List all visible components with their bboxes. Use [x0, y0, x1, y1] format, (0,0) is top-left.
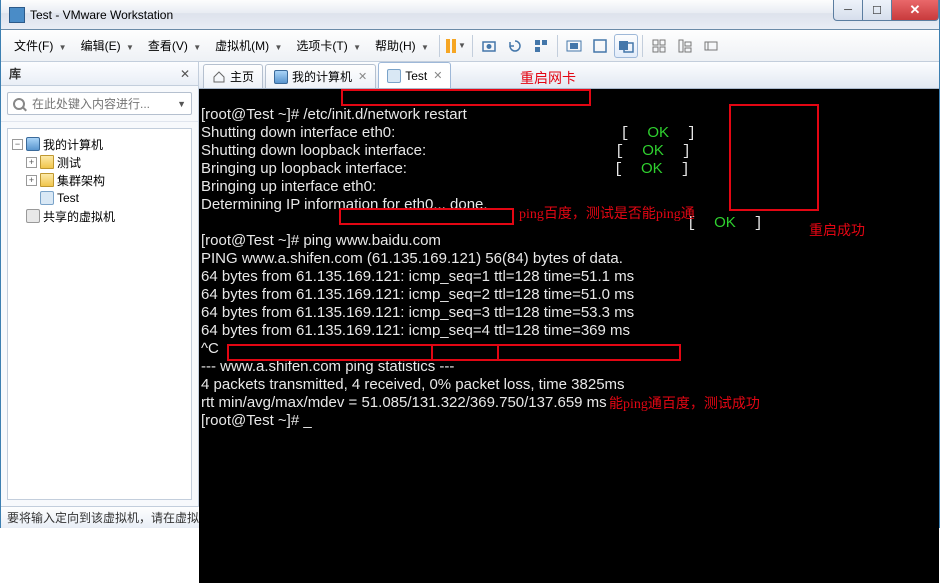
- sidebar: 库 ✕ ▼ −我的计算机 +测试 +集群架构 Test 共享的虚拟机: [1, 62, 199, 506]
- revert-button[interactable]: [503, 34, 527, 58]
- close-button[interactable]: ✕: [891, 0, 939, 21]
- terminal[interactable]: [root@Test ~]# /etc/init.d/network resta…: [199, 89, 939, 583]
- minimize-button[interactable]: ─: [833, 0, 863, 21]
- maximize-button[interactable]: ☐: [862, 0, 892, 21]
- fit-guest-button[interactable]: [562, 34, 586, 58]
- separator: [557, 35, 558, 57]
- menu-bar: 文件(F) ▼ 编辑(E) ▼ 查看(V) ▼ 虚拟机(M) ▼ 选项卡(T) …: [1, 30, 939, 62]
- content-area: 库 ✕ ▼ −我的计算机 +测试 +集群架构 Test 共享的虚拟机 主页 我的…: [1, 62, 939, 506]
- sidebar-close-icon[interactable]: ✕: [180, 67, 190, 81]
- annotation-success: 重启成功: [809, 223, 865, 240]
- tab-bar: 主页 我的计算机✕ Test✕ 重启网卡: [199, 62, 939, 89]
- thumbnail-button[interactable]: [647, 34, 671, 58]
- search-icon: [13, 98, 25, 110]
- library-button[interactable]: [673, 34, 697, 58]
- close-icon[interactable]: ✕: [358, 70, 367, 83]
- stretched-button[interactable]: [699, 34, 723, 58]
- tree-node-shared[interactable]: 共享的虚拟机: [12, 207, 187, 225]
- search-input[interactable]: [32, 97, 173, 111]
- highlight-box: [729, 104, 819, 211]
- separator: [642, 35, 643, 57]
- separator: [439, 35, 440, 57]
- tree-node-test-folder[interactable]: +测试: [12, 153, 187, 171]
- window-title: Test - VMware Workstation: [30, 8, 173, 22]
- main-panel: 主页 我的计算机✕ Test✕ 重启网卡 [root@Test ~]# /etc…: [199, 62, 939, 506]
- highlight-box: [341, 89, 591, 106]
- app-icon: [9, 7, 25, 23]
- chevron-down-icon[interactable]: ▼: [177, 99, 186, 109]
- snapshot-button[interactable]: [477, 34, 501, 58]
- separator: [472, 35, 473, 57]
- sidebar-search: ▼: [1, 86, 198, 122]
- menu-help[interactable]: 帮助(H) ▼: [368, 35, 436, 56]
- tab-home[interactable]: 主页: [203, 64, 263, 88]
- annotation-ping: ping百度，测试是否能ping通: [519, 206, 695, 223]
- manage-button[interactable]: [529, 34, 553, 58]
- annotation-restart: 重启网卡: [520, 68, 576, 88]
- fullscreen-button[interactable]: [588, 34, 612, 58]
- menu-tabs[interactable]: 选项卡(T) ▼: [289, 35, 368, 56]
- menu-view[interactable]: 查看(V) ▼: [141, 35, 208, 56]
- library-tree: −我的计算机 +测试 +集群架构 Test 共享的虚拟机: [7, 128, 192, 500]
- unity-button[interactable]: [614, 34, 638, 58]
- tab-mypc[interactable]: 我的计算机✕: [265, 64, 376, 88]
- tree-node-test-vm[interactable]: Test: [12, 189, 187, 207]
- tree-node-mypc[interactable]: −我的计算机: [12, 135, 187, 153]
- tree-node-cluster[interactable]: +集群架构: [12, 171, 187, 189]
- annotation-pingok: 能ping通百度，测试成功: [609, 396, 760, 413]
- pause-button[interactable]: ▼: [444, 34, 468, 58]
- close-icon[interactable]: ✕: [433, 69, 442, 82]
- sidebar-title: 库: [9, 65, 21, 82]
- menu-edit[interactable]: 编辑(E) ▼: [74, 35, 141, 56]
- highlight-box: [431, 344, 681, 361]
- menu-vm[interactable]: 虚拟机(M) ▼: [208, 35, 289, 56]
- sidebar-header: 库 ✕: [1, 62, 198, 86]
- search-box[interactable]: ▼: [7, 92, 192, 115]
- window-buttons: ─ ☐ ✕: [834, 0, 939, 21]
- title-bar: Test - VMware Workstation ─ ☐ ✕: [1, 0, 939, 30]
- menu-file[interactable]: 文件(F) ▼: [7, 35, 74, 56]
- tab-test[interactable]: Test✕: [378, 62, 451, 88]
